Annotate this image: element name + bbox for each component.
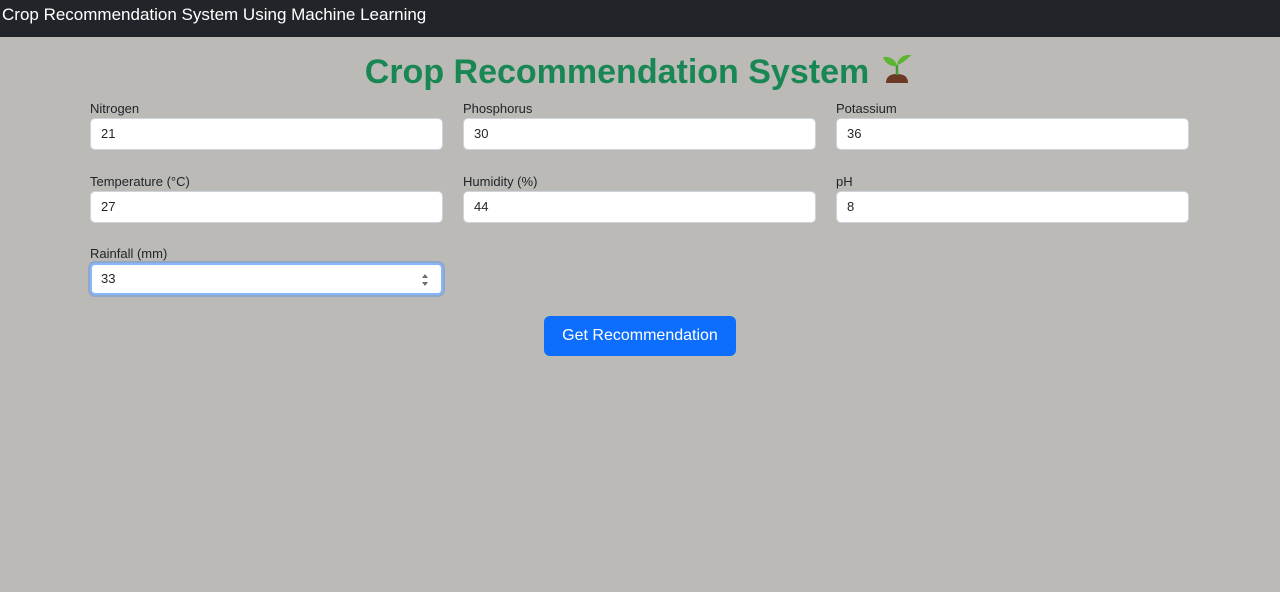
- ph-group: pH 8: [836, 174, 1189, 223]
- phosphorus-label: Phosphorus: [463, 101, 533, 116]
- number-spinner-icon[interactable]: [421, 272, 429, 288]
- temperature-label: Temperature (°C): [90, 174, 190, 189]
- humidity-group: Humidity (%) 44: [463, 174, 816, 223]
- potassium-group: Potassium 36: [836, 101, 1189, 150]
- rainfall-group: Rainfall (mm) 33: [90, 246, 443, 295]
- humidity-input[interactable]: 44: [463, 191, 816, 223]
- get-recommendation-button[interactable]: Get Recommendation: [544, 316, 736, 356]
- rainfall-value: 33: [101, 271, 116, 286]
- rainfall-input[interactable]: 33: [90, 263, 443, 295]
- rainfall-label: Rainfall (mm): [90, 246, 168, 261]
- ph-label: pH: [836, 174, 853, 189]
- potassium-input[interactable]: 36: [836, 118, 1189, 150]
- potassium-label: Potassium: [836, 101, 897, 116]
- nitrogen-input[interactable]: 21: [90, 118, 443, 150]
- navbar-brand[interactable]: Crop Recommendation System Using Machine…: [2, 5, 426, 25]
- sprout-icon: [879, 53, 915, 98]
- phosphorus-group: Phosphorus 30: [463, 101, 816, 150]
- temperature-group: Temperature (°C) 27: [90, 174, 443, 223]
- navbar: Crop Recommendation System Using Machine…: [0, 0, 1280, 37]
- phosphorus-input[interactable]: 30: [463, 118, 816, 150]
- ph-input[interactable]: 8: [836, 191, 1189, 223]
- humidity-label: Humidity (%): [463, 174, 538, 189]
- nitrogen-label: Nitrogen: [90, 101, 140, 116]
- nitrogen-group: Nitrogen 21: [90, 101, 443, 150]
- temperature-input[interactable]: 27: [90, 191, 443, 223]
- page-title-text: Crop Recommendation System: [364, 53, 870, 91]
- page-title: Crop Recommendation System: [0, 52, 1280, 98]
